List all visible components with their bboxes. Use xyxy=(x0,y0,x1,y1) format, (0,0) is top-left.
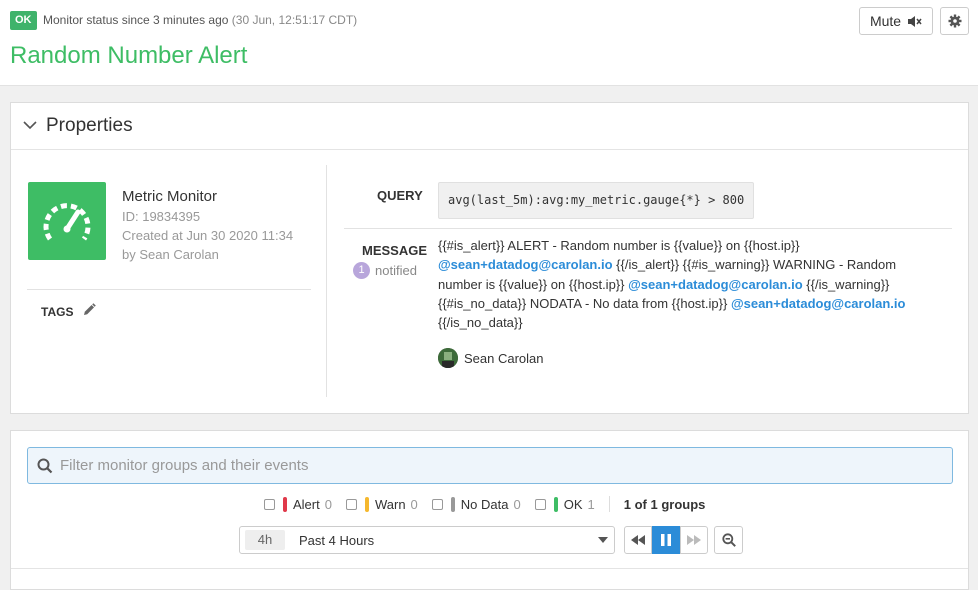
alert-checkbox[interactable] xyxy=(264,498,275,510)
speaker-muted-icon xyxy=(908,15,922,27)
fast-forward-icon xyxy=(687,535,701,545)
status-line: Monitor status since 3 minutes ago (30 J… xyxy=(43,13,357,27)
status-legend: Alert 0 Warn 0 No Data 0 OK 1 1 of 1 gro… xyxy=(264,496,705,512)
message-label: MESSAGE xyxy=(362,243,428,258)
mention-link[interactable]: @sean+datadog@carolan.io xyxy=(628,277,803,292)
no-data-checkbox[interactable] xyxy=(431,498,443,510)
legend-label: OK xyxy=(563,496,583,512)
time-nav xyxy=(624,526,708,554)
divider xyxy=(11,568,968,569)
monitor-id: ID: 19834395 xyxy=(122,209,201,224)
group-count: 1 of 1 groups xyxy=(623,496,706,512)
rewind-button[interactable] xyxy=(624,526,652,554)
timeframe-badge: 4h xyxy=(245,530,285,550)
message-body: {{#is_alert}} ALERT - Random number is {… xyxy=(438,236,943,332)
monitor-type: Metric Monitor xyxy=(122,188,218,205)
query-label: QUERY xyxy=(377,188,423,203)
tags-label: TAGS xyxy=(41,305,74,319)
zoom-out-button[interactable] xyxy=(714,526,743,554)
notified-label: notified xyxy=(375,263,417,278)
mute-label: Mute xyxy=(869,13,902,29)
properties-panel: Properties Metric Monitor ID: 19834395 C… xyxy=(10,102,969,414)
message-text: {{#is_alert}} ALERT - Random number is {… xyxy=(438,238,800,253)
pause-button[interactable] xyxy=(652,526,680,554)
rewind-icon xyxy=(631,535,645,545)
ok-swatch xyxy=(553,496,558,512)
avatar xyxy=(438,348,458,368)
legend-label: No Data xyxy=(460,496,509,512)
query-code: avg(last_5m):avg:my_metric.gauge{*} > 80… xyxy=(438,182,755,219)
notified-count: 1 xyxy=(353,262,370,279)
mention-link[interactable]: @sean+datadog@carolan.io xyxy=(438,257,613,272)
properties-header[interactable]: Properties xyxy=(11,103,968,150)
notified-user[interactable]: Sean Carolan xyxy=(438,348,544,368)
gauge-icon xyxy=(43,203,91,241)
pencil-icon[interactable] xyxy=(82,303,96,317)
zoom-out-icon xyxy=(721,533,736,547)
fast-forward-button[interactable] xyxy=(680,526,708,554)
legend-warn[interactable]: Warn 0 xyxy=(345,496,418,512)
mute-button[interactable]: Mute xyxy=(859,7,933,35)
status-badge: OK xyxy=(10,11,37,30)
monitor-groups-panel: Alert 0 Warn 0 No Data 0 OK 1 1 of 1 gro… xyxy=(10,430,969,590)
legend-ok[interactable]: OK 1 xyxy=(534,496,595,512)
legend-alert[interactable]: Alert 0 xyxy=(264,496,332,512)
divider xyxy=(608,496,610,512)
gear-icon xyxy=(948,14,961,28)
divider xyxy=(344,228,952,229)
legend-no-data[interactable]: No Data 0 xyxy=(431,496,521,512)
timeframe-select[interactable]: 4h Past 4 Hours xyxy=(239,526,615,554)
message-text: {{/is_no_data}} xyxy=(438,315,523,331)
caret-down-icon xyxy=(598,537,608,543)
search-icon xyxy=(37,458,53,474)
settings-button[interactable] xyxy=(940,7,969,35)
timeframe-label: Past 4 Hours xyxy=(299,532,375,548)
legend-label: Alert xyxy=(293,496,320,512)
warn-checkbox[interactable] xyxy=(345,498,357,510)
ok-checkbox[interactable] xyxy=(534,498,546,510)
warn-swatch xyxy=(364,496,369,512)
alert-swatch xyxy=(283,496,287,512)
user-avatar-icon xyxy=(438,348,458,368)
notified-user-name: Sean Carolan xyxy=(464,350,544,366)
created-by: by Sean Carolan xyxy=(122,247,219,262)
status-text: Monitor status since 3 minutes ago xyxy=(43,13,229,27)
status-time: (30 Jun, 12:51:17 CDT) xyxy=(231,13,358,27)
legend-count: 0 xyxy=(324,496,332,512)
notified-indicator[interactable]: 1 notified xyxy=(353,262,417,279)
page-title: Random Number Alert xyxy=(10,42,248,69)
pause-icon xyxy=(661,534,671,546)
chevron-down-icon[interactable] xyxy=(23,118,37,132)
legend-count: 0 xyxy=(513,496,521,512)
monitor-type-icon xyxy=(28,182,106,260)
no-data-swatch xyxy=(450,496,455,512)
legend-count: 1 xyxy=(587,496,595,512)
column-divider xyxy=(326,165,327,397)
divider xyxy=(27,289,311,290)
mention-link[interactable]: @sean+datadog@carolan.io xyxy=(731,296,906,311)
properties-title: Properties xyxy=(46,115,133,136)
filter-input[interactable] xyxy=(27,447,953,484)
legend-label: Warn xyxy=(374,496,406,512)
created-at: Created at Jun 30 2020 11:34 xyxy=(122,228,294,243)
monitor-header: OK Monitor status since 3 minutes ago (3… xyxy=(0,0,978,86)
legend-count: 0 xyxy=(410,496,418,512)
